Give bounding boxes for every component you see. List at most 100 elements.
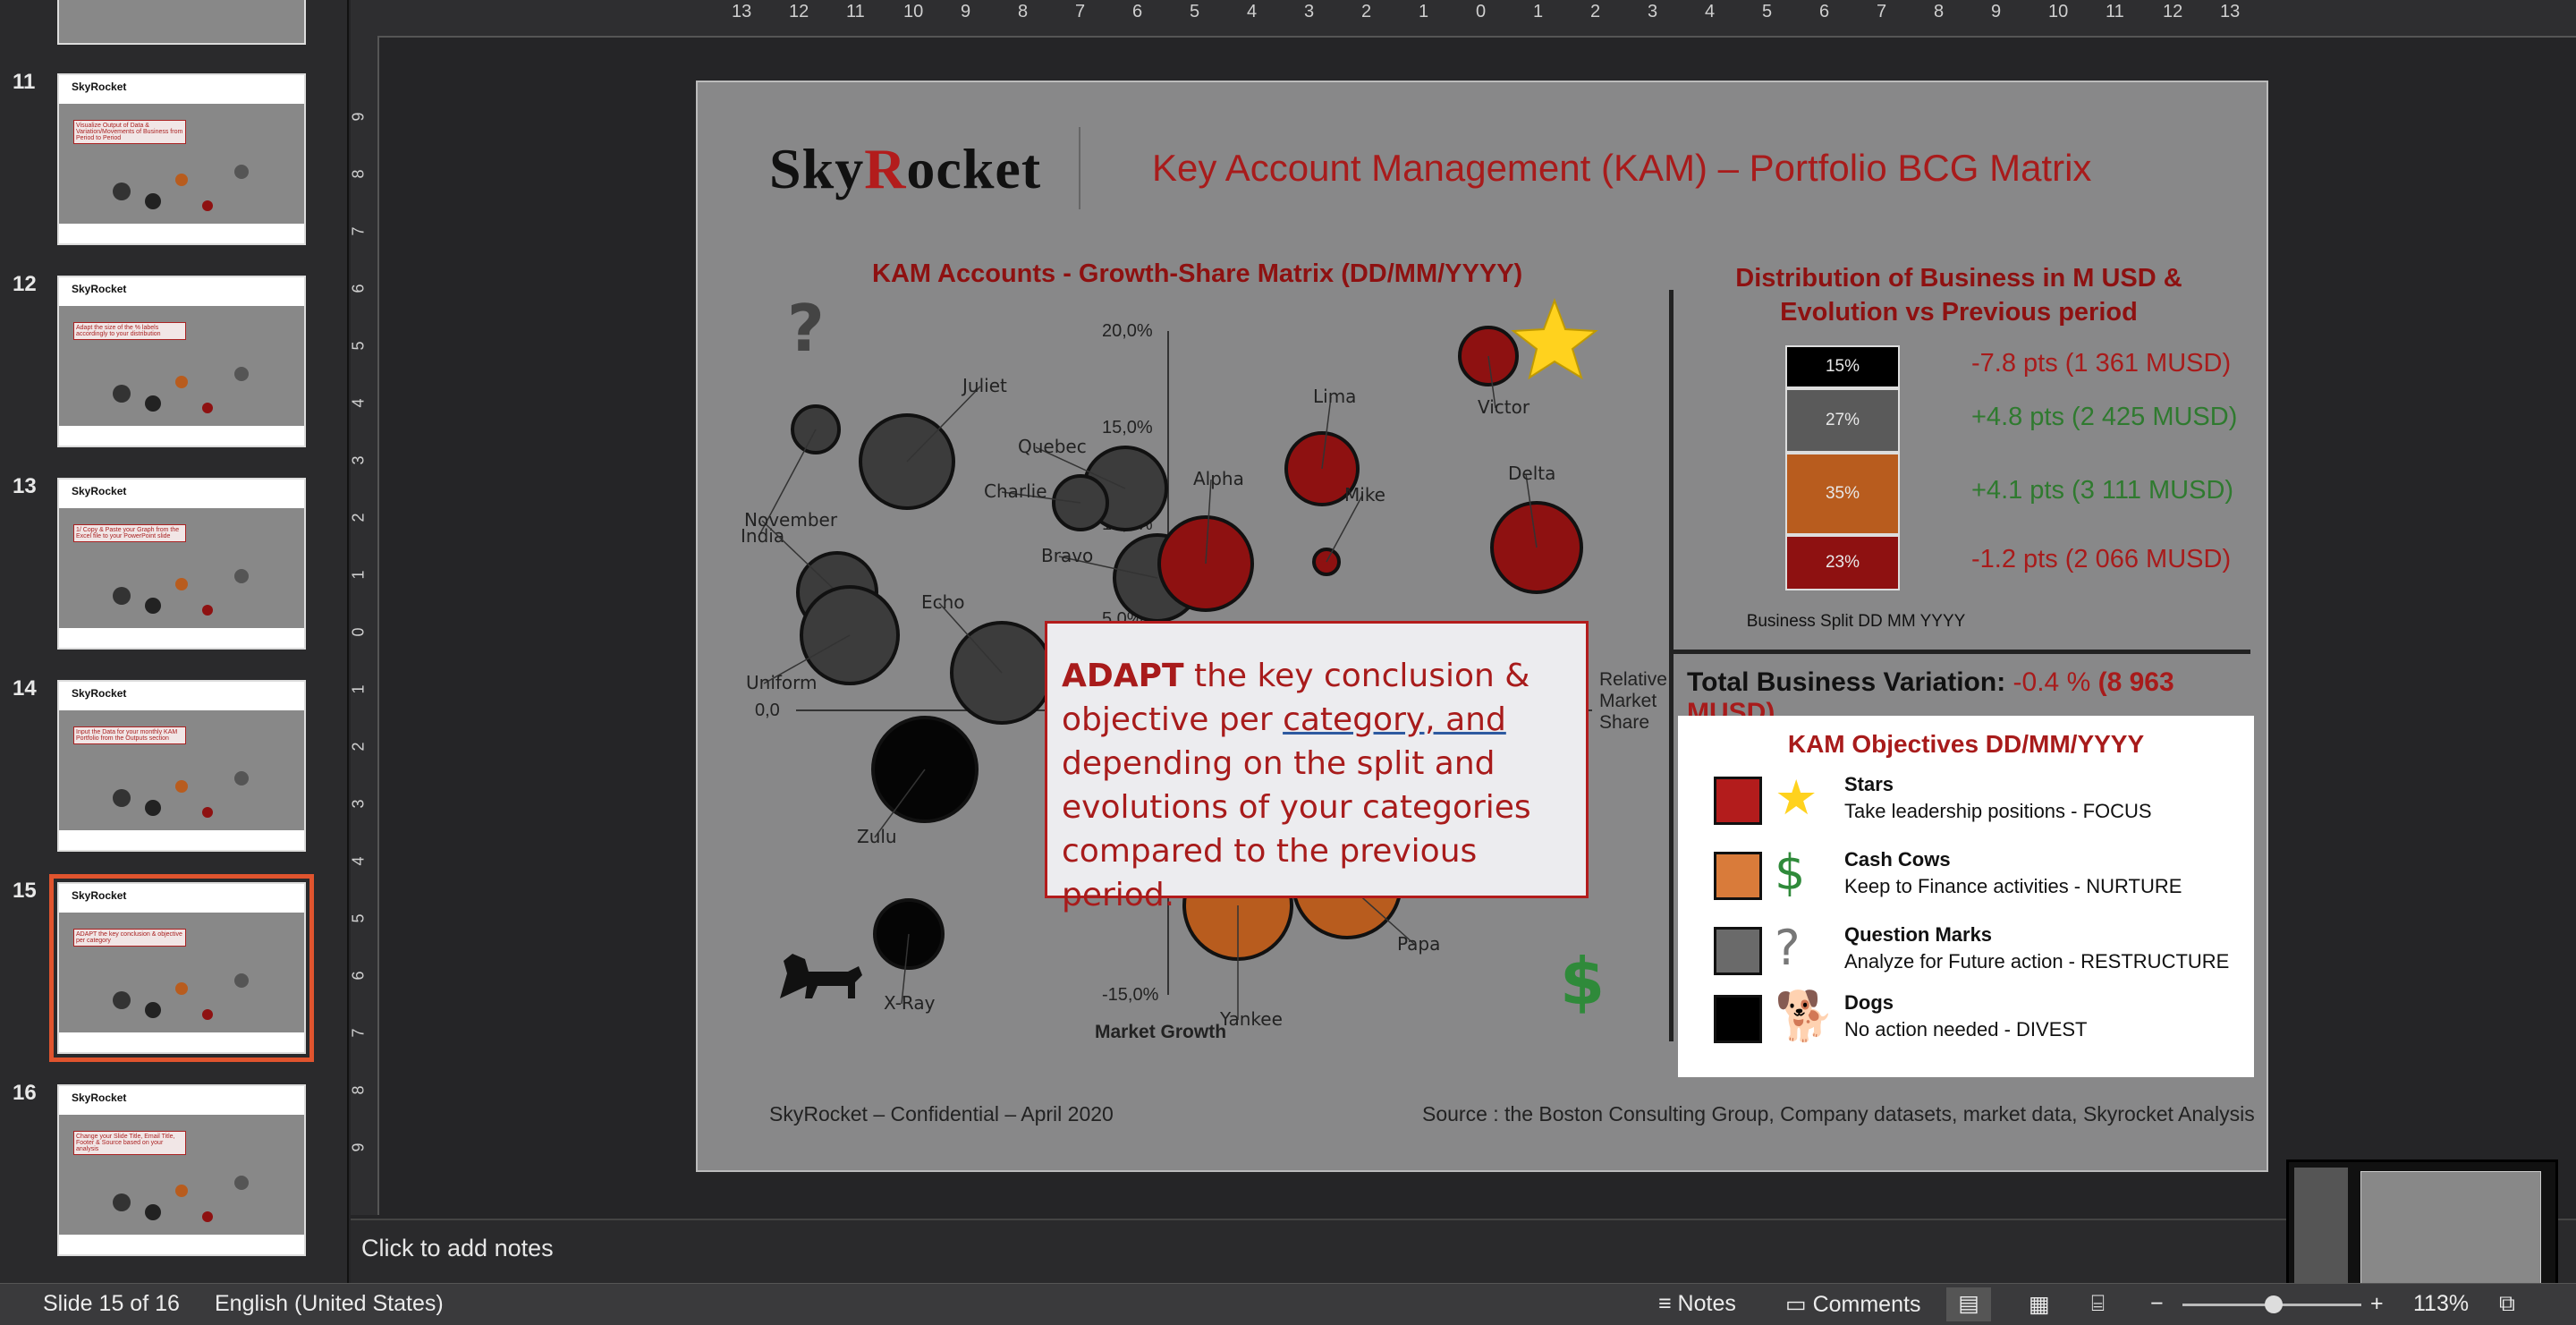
bubble-label: Papa	[1397, 933, 1440, 955]
bubble-label: Bravo	[1041, 545, 1093, 566]
thumbnail-bubble	[202, 1009, 213, 1020]
notes-placeholder[interactable]: Click to add notes	[361, 1235, 554, 1262]
objectives-title: KAM Objectives DD/MM/YYYY	[1787, 730, 2145, 758]
ruler-tick: 7	[1877, 2, 1887, 21]
thumbnail-bubble	[113, 1193, 131, 1211]
slide-number: 16	[13, 1081, 37, 1105]
question-icon: ?	[787, 291, 825, 366]
dog-icon: 🐕	[1775, 988, 1835, 1044]
slide-thumbnail-10[interactable]	[57, 0, 306, 45]
fit-slide-icon[interactable]: ⧉	[2499, 1291, 2515, 1317]
vertical-ruler: 9 8 7 6 5 4 3 2 1 0 1 2 3 4 5 6 7 8 9	[349, 36, 379, 1215]
divider-line	[1669, 290, 1674, 1041]
comment-icon: ▭	[1785, 1292, 1813, 1317]
bubble-label: Mike	[1344, 484, 1385, 505]
thumbnail-bubble	[113, 789, 131, 807]
ruler-tick: 3	[1648, 2, 1658, 21]
objective-name: Dogs	[1844, 991, 1894, 1014]
slide-counter: Slide 15 of 16	[43, 1291, 180, 1316]
evolution-value: +4.1 pts (3 111 MUSD)	[1971, 476, 2234, 505]
slide-minimap[interactable]	[2286, 1159, 2558, 1299]
minimap-thumbs	[2294, 1168, 2348, 1287]
bubble-label: Juliet	[961, 375, 1007, 396]
slide-number: 11	[13, 70, 36, 94]
ruler-tick: 6	[349, 971, 368, 981]
notes-button[interactable]: ≡ Notes	[1658, 1291, 1736, 1317]
language-indicator[interactable]: English (United States)	[215, 1291, 444, 1317]
kam-objectives-panel: KAM Objectives DD/MM/YYYY ★ Stars Take lea…	[1678, 716, 2254, 1077]
zoom-slider[interactable]	[2182, 1295, 2361, 1313]
thumbnail-bubble	[202, 200, 213, 211]
comments-button[interactable]: ▭ Comments	[1785, 1291, 1920, 1318]
zoom-out-icon[interactable]: −	[2150, 1291, 2164, 1317]
status-bar: Slide 15 of 16 English (United States) ≡…	[0, 1283, 2576, 1325]
footer-left[interactable]: SkyRocket – Confidential – April 2020	[769, 1102, 1114, 1126]
ruler-tick: 12	[2163, 2, 2183, 21]
callout-link: category, and	[1283, 701, 1506, 738]
callout-text: depending on the split and	[1062, 745, 1496, 782]
thumbnail-bubble	[175, 982, 188, 995]
normal-view-icon[interactable]: ▤	[1946, 1287, 1991, 1321]
ruler-tick: 9	[961, 2, 971, 21]
objective-description: Keep to Finance activities - NURTURE	[1844, 875, 2182, 897]
callout-text: objective per	[1062, 701, 1284, 738]
slide-thumbnail-13[interactable]: SkyRocket 1/ Copy & Paste your Graph from…	[57, 478, 306, 650]
slide-thumbnail-panel[interactable]: 11 SkyRocket Visualize Output of Data & Va…	[0, 0, 349, 1283]
ruler-tick: 2	[1590, 2, 1601, 21]
ruler-tick: 8	[1018, 2, 1029, 21]
ruler-tick: 4	[349, 856, 368, 866]
callout-bold: ADAPT	[1062, 658, 1184, 694]
ruler-tick: 5	[1762, 2, 1773, 21]
distribution-segment: 15%	[1785, 345, 1900, 388]
objective-name: Cash Cows	[1844, 848, 1951, 871]
y-tick-label: 15,0%	[1102, 418, 1153, 437]
evolution-value: -1.2 pts (2 066 MUSD)	[1971, 545, 2232, 573]
zoom-in-icon[interactable]: +	[2370, 1291, 2384, 1317]
objective-name: Question Marks	[1844, 923, 1993, 946]
dollar-icon: $	[1560, 944, 1605, 1019]
notes-pane[interactable]: Click to add notes	[351, 1219, 2576, 1285]
bubble-label: Yankee	[1219, 1008, 1283, 1030]
dog-icon	[780, 954, 862, 998]
distribution-title: Distribution of Business in M USD & Evol…	[1735, 264, 2182, 327]
slide-thumbnail-14[interactable]: SkyRocket Input the Data for your monthly…	[57, 680, 306, 852]
slide-thumbnail-16[interactable]: SkyRocket Change your Slide Title, Email …	[57, 1084, 306, 1256]
ruler-tick: 11	[2106, 2, 2124, 21]
bubble-leader-line	[1326, 495, 1363, 563]
zoom-slider-thumb[interactable]	[2265, 1295, 2283, 1313]
slide-canvas[interactable]: SkyRocket Key Account Management (KAM) –…	[696, 81, 2268, 1172]
presenter-view-icon[interactable]: ⌸	[2091, 1291, 2105, 1317]
thumbnail-bubble	[234, 1176, 249, 1190]
ruler-tick: 0	[349, 627, 368, 637]
thumbnail-bubble	[113, 385, 131, 403]
thumbnail-bubble	[113, 991, 131, 1009]
thumbnail-caption: ADAPT the key conclusion & objective per…	[73, 929, 186, 947]
ruler-tick: 3	[349, 455, 368, 465]
thumbnail-bubble	[202, 403, 213, 413]
slide-thumbnail-15[interactable]: SkyRocket ADAPT the key conclusion & obje…	[49, 874, 314, 1062]
slide-thumbnail-12[interactable]: SkyRocket Adapt the size of the % labels …	[57, 276, 306, 447]
objective-swatch	[1714, 927, 1762, 975]
footer-source[interactable]: Source : the Boston Consulting Group, Co…	[1422, 1102, 2255, 1126]
ruler-tick: 12	[789, 2, 809, 21]
objective-swatch	[1714, 852, 1762, 900]
thumbnail-bubble	[145, 193, 161, 209]
zoom-level[interactable]: 113%	[2413, 1291, 2469, 1317]
ruler-tick: 5	[349, 913, 368, 923]
ruler-tick: 1	[1419, 2, 1429, 21]
slide-sorter-icon[interactable]: ▦	[2029, 1291, 2050, 1318]
ruler-tick: 11	[846, 2, 865, 21]
thumbnail-bubble	[175, 578, 188, 590]
slide-thumbnail-11[interactable]: SkyRocket Visualize Output of Data & Vari…	[57, 73, 306, 245]
slide-number: 14	[13, 676, 37, 701]
thumbnail-bubble	[202, 807, 213, 818]
objective-swatch	[1714, 777, 1762, 825]
thumbnail-bubble	[145, 1002, 161, 1018]
objective-description: Analyze for Future action - RESTRUCTURE	[1844, 950, 2230, 973]
evolution-value: -7.8 pts (1 361 MUSD)	[1971, 349, 2232, 378]
adapt-callout-box[interactable]: ADAPT the key conclusion & objective per…	[1045, 621, 1589, 913]
callout-text: evolutions of your categories	[1062, 789, 1531, 826]
slide-number: 15	[13, 879, 37, 903]
ruler-tick: 9	[349, 1142, 368, 1152]
y-axis-label: Relative Market Share	[1599, 669, 1667, 733]
